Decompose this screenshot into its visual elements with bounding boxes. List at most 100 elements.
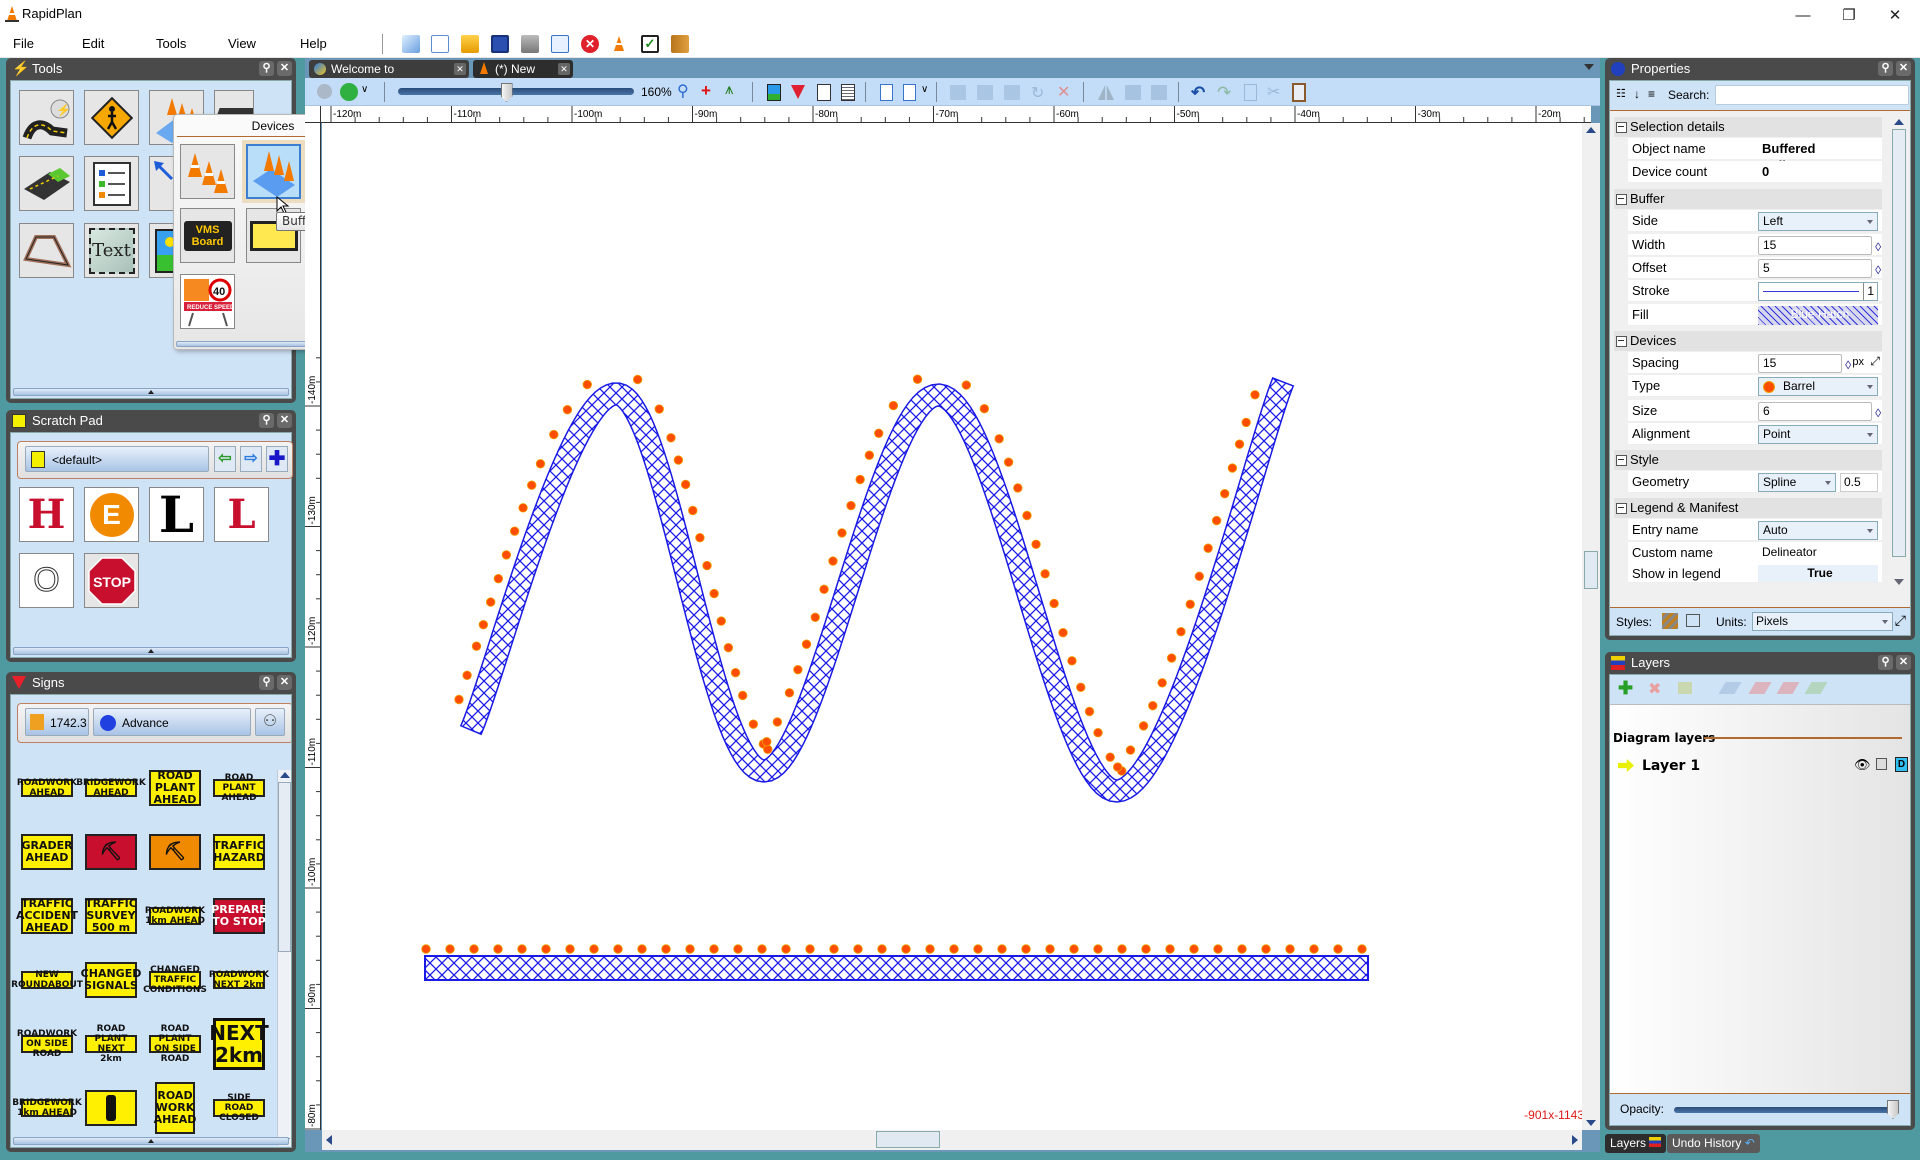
sign-item[interactable]: ROADWORK NEXT 2km: [209, 970, 269, 990]
scroll-right-icon[interactable]: [1572, 1135, 1578, 1145]
close-panel-icon[interactable]: ✕: [277, 413, 292, 428]
close-panel-icon[interactable]: ✕: [1896, 655, 1911, 670]
canvas-vertical-scrollbar[interactable]: [1582, 123, 1600, 1130]
sign-item[interactable]: ROADWORK 1km AHEAD: [145, 906, 205, 926]
scroll-up-icon[interactable]: [1894, 119, 1904, 125]
close-panel-icon[interactable]: ✕: [277, 61, 292, 76]
menu-tools[interactable]: Tools: [156, 36, 186, 51]
sign-category-selector[interactable]: Advance: [93, 708, 251, 736]
sign-item[interactable]: ROADWORK ON SIDE ROAD: [17, 1029, 77, 1059]
sign-item[interactable]: ⛏: [85, 834, 137, 870]
tab-list-dropdown-icon[interactable]: [1584, 64, 1594, 70]
lock-icon[interactable]: [1876, 758, 1887, 770]
sign-item[interactable]: BRIDGEWORK 1km AHEAD: [12, 1098, 82, 1118]
pedestrian-sign-tool[interactable]: [84, 90, 139, 145]
properties-scrollbar[interactable]: [1890, 117, 1908, 587]
entry-name-dropdown[interactable]: Auto: [1758, 521, 1878, 540]
restore-button[interactable]: ❐: [1826, 0, 1872, 30]
sign-layer-icon[interactable]: [791, 85, 805, 99]
scratch-item-stop[interactable]: STOP: [84, 553, 139, 608]
zoom-slider-thumb[interactable]: [500, 83, 513, 102]
drawing-canvas[interactable]: -901x-1143: [322, 123, 1588, 1130]
show-in-legend-toggle[interactable]: True: [1758, 565, 1878, 582]
menu-file[interactable]: File: [13, 36, 34, 51]
road-lanes-tool[interactable]: [19, 156, 74, 211]
opacity-slider-thumb[interactable]: [1887, 1100, 1899, 1119]
sign-category-code-button[interactable]: 1742.3: [25, 708, 89, 736]
next-arrow-button[interactable]: ⇨: [240, 446, 262, 472]
zoom-slider-track[interactable]: [398, 88, 634, 95]
units-dropdown[interactable]: Pixels: [1752, 612, 1893, 631]
layer-row[interactable]: Layer 1 👁 D: [1610, 755, 1910, 781]
sort-icon[interactable]: ↓: [1634, 87, 1640, 101]
signs-collapse-bar[interactable]: [13, 1137, 289, 1145]
page-dropdown-icon[interactable]: ∨: [921, 84, 928, 95]
print-icon[interactable]: [521, 35, 539, 53]
alphabetical-view-icon[interactable]: ≡: [1648, 87, 1655, 101]
new-document-icon[interactable]: [431, 35, 449, 53]
scratch-item-e[interactable]: E: [84, 487, 139, 542]
scroll-up-icon[interactable]: [1586, 127, 1596, 133]
manifest-icon[interactable]: [841, 84, 855, 101]
sign-item[interactable]: ⛏: [149, 834, 201, 870]
close-panel-icon[interactable]: ✕: [277, 675, 292, 690]
width-input[interactable]: 15 ◊: [1758, 236, 1881, 255]
spacing-input[interactable]: 15 ◊: [1758, 354, 1851, 373]
category-buffer[interactable]: Buffer: [1614, 189, 1882, 209]
sign-item[interactable]: CHANGED TRAFFIC CONDITIONS: [143, 965, 207, 995]
checklist-icon[interactable]: ✓: [641, 35, 659, 53]
wave-delineator[interactable]: [454, 374, 1295, 803]
custom-name-input[interactable]: Delineator: [1758, 544, 1878, 563]
horizontal-scroll-thumb[interactable]: [876, 1131, 940, 1148]
new-plan-wizard-icon[interactable]: [402, 35, 420, 53]
save-icon[interactable]: [491, 35, 509, 53]
add-button[interactable]: ✚: [266, 446, 288, 472]
device-buffered-delineator[interactable]: [246, 144, 301, 199]
close-panel-icon[interactable]: ✕: [1896, 61, 1911, 76]
size-input[interactable]: 6 ◊: [1758, 402, 1881, 421]
sign-item[interactable]: PREPARE TO STOP: [211, 898, 267, 934]
pin-icon[interactable]: ⚲: [259, 413, 274, 428]
sign-item[interactable]: BRIDGEWORK AHEAD: [76, 778, 146, 798]
properties-search-input[interactable]: [1715, 85, 1909, 105]
road-plan-tool[interactable]: ⚡: [19, 90, 74, 145]
offset-input[interactable]: 5 ◊: [1758, 259, 1881, 278]
sign-item[interactable]: NEXT 2km: [209, 1018, 269, 1070]
type-dropdown[interactable]: Barrel: [1758, 377, 1878, 396]
binoculars-search-button[interactable]: ⚇: [255, 708, 285, 736]
close-tab-icon[interactable]: ✕: [454, 63, 466, 75]
tab-new-plan[interactable]: (*) New Plan ✕: [473, 60, 573, 94]
zoom-magnifier-icon[interactable]: ⚲: [677, 81, 689, 101]
globe-view-icon[interactable]: [317, 84, 332, 99]
categorized-view-icon[interactable]: ☷: [1616, 87, 1626, 100]
add-layer-icon[interactable]: ✚: [1618, 678, 1633, 699]
scratch-item-o[interactable]: O: [19, 553, 74, 608]
sign-item[interactable]: GRADER AHEAD: [21, 834, 73, 870]
scroll-down-icon[interactable]: [1586, 1120, 1596, 1126]
sign-item[interactable]: ROAD WORK AHEAD: [154, 1082, 196, 1134]
category-devices[interactable]: Devices: [1614, 331, 1882, 351]
sign-item[interactable]: ROAD PLANT ON SIDE ROAD: [149, 1024, 201, 1064]
styles-brush-icon[interactable]: [1662, 613, 1678, 629]
side-dropdown[interactable]: Left: [1758, 212, 1878, 231]
sign-item[interactable]: NEW ROUNDABOUT: [11, 970, 83, 990]
menu-edit[interactable]: Edit: [82, 36, 104, 51]
scratch-item-l-red[interactable]: L: [214, 487, 269, 542]
export-icon[interactable]: [551, 35, 569, 53]
opacity-slider-track[interactable]: [1674, 1107, 1899, 1113]
plan-view-dropdown-icon[interactable]: ∨: [361, 84, 368, 95]
scratch-pad-selector[interactable]: <default>: [25, 446, 209, 472]
sign-item[interactable]: TRAFFIC SURVEY 500 m: [85, 898, 137, 934]
traffic-cone-icon[interactable]: [610, 35, 628, 53]
scratch-item-h[interactable]: H: [19, 487, 74, 542]
minimize-button[interactable]: —: [1780, 0, 1826, 30]
tension-input[interactable]: 0.5: [1840, 473, 1878, 492]
device-cones[interactable]: [180, 144, 235, 199]
paste-icon[interactable]: [1292, 83, 1306, 102]
close-red-icon[interactable]: ✕: [581, 35, 599, 53]
stroke-selector[interactable]: 1: [1758, 282, 1878, 301]
sign-item[interactable]: ROAD PLANT NEXT 2km: [85, 1024, 137, 1064]
menu-view[interactable]: View: [228, 36, 256, 51]
polygon-tool[interactable]: [19, 223, 74, 278]
center-crosshair-icon[interactable]: +: [701, 81, 711, 101]
